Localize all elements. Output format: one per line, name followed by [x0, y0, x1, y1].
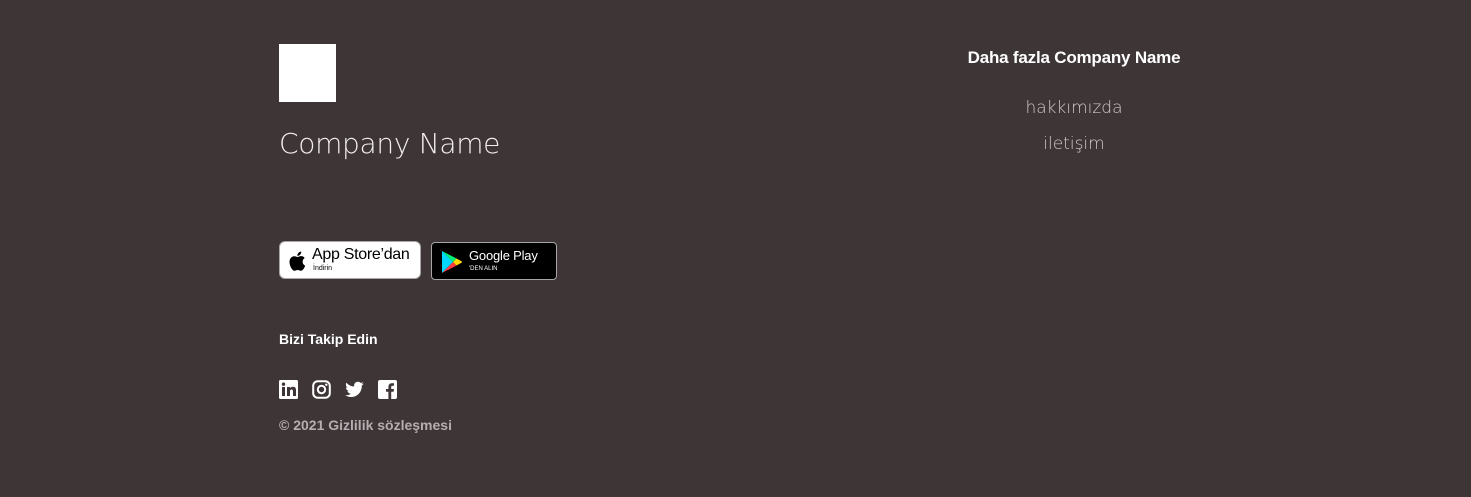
social-links: [279, 380, 397, 399]
company-name: Company Name: [279, 127, 501, 160]
google-play-icon: [442, 251, 462, 273]
copyright-text[interactable]: © 2021 Gizlilik sözleşmesi: [279, 416, 452, 434]
store-badges: App Store’dan İndirin Google Play 'DEN A…: [279, 241, 557, 280]
linkedin-icon[interactable]: [279, 380, 298, 399]
follow-us-heading: Bizi Takip Edin: [279, 331, 378, 347]
more-section-title: Daha fazla Company Name: [967, 48, 1181, 67]
facebook-icon[interactable]: [378, 380, 397, 399]
app-store-sub-label: İndirin: [313, 265, 333, 272]
more-links: hakkımızda iletişim: [930, 90, 1218, 162]
google-play-badge[interactable]: Google Play 'DEN ALIN: [431, 242, 557, 280]
company-logo[interactable]: [279, 44, 336, 102]
google-play-main-label: Google Play: [469, 248, 538, 263]
app-store-main-label: App Store’dan: [312, 246, 410, 263]
site-footer: Company Name App Store’dan İndirin Googl…: [0, 0, 1471, 497]
more-section: Daha fazla Company Name hakkımızda ileti…: [930, 46, 1218, 162]
apple-icon: [289, 251, 306, 271]
instagram-icon[interactable]: [312, 380, 331, 399]
about-link[interactable]: hakkımızda: [930, 90, 1218, 126]
contact-link[interactable]: iletişim: [930, 126, 1218, 162]
app-store-badge[interactable]: App Store’dan İndirin: [279, 241, 421, 279]
twitter-icon[interactable]: [345, 380, 364, 399]
google-play-sub-label: 'DEN ALIN: [469, 266, 498, 272]
